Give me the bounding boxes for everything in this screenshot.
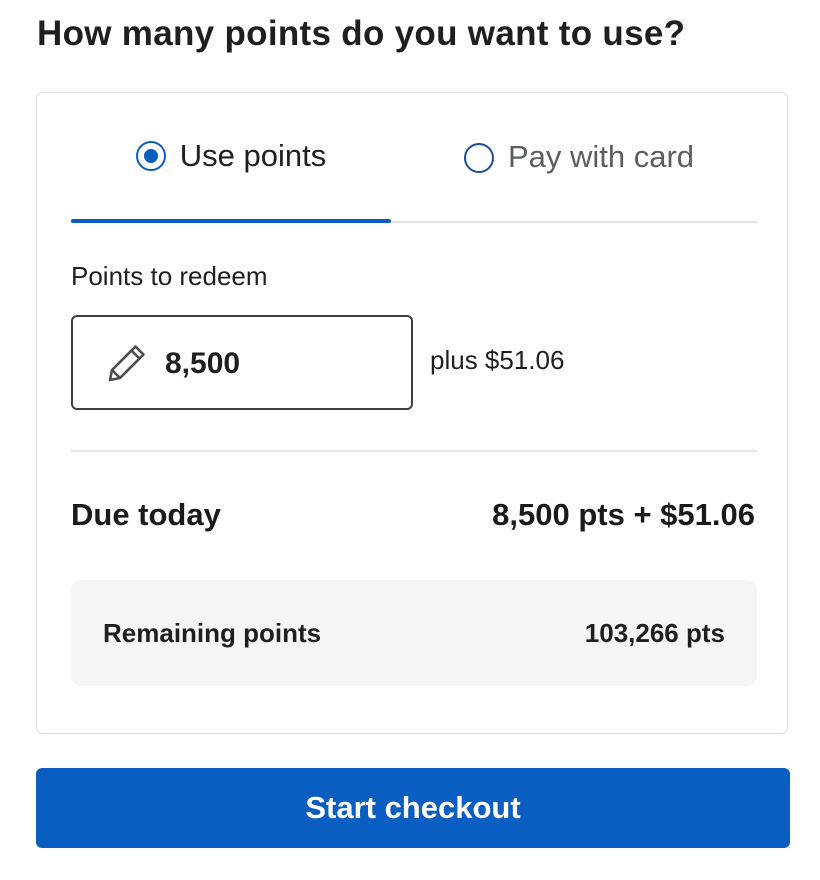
- tab-pay-with-card[interactable]: Pay with card: [401, 93, 757, 223]
- due-today-label: Due today: [71, 497, 221, 532]
- due-today-value: 8,500 pts + $51.06: [492, 497, 755, 532]
- divider: [71, 450, 757, 452]
- payment-method-tabs: Use points Pay with card: [71, 93, 757, 223]
- points-input-value: 8,500: [165, 346, 241, 380]
- remaining-points-value: 103,266 pts: [584, 618, 725, 648]
- points-input[interactable]: 8,500: [71, 315, 413, 410]
- tab-label-pay-with-card: Pay with card: [507, 138, 695, 174]
- start-checkout-button[interactable]: Start checkout: [36, 768, 790, 848]
- points-to-redeem-label: Points to redeem: [71, 261, 268, 291]
- page-title: How many points do you want to use?: [37, 14, 686, 53]
- active-tab-indicator: [71, 219, 391, 223]
- radio-dot: [143, 148, 158, 163]
- pencil-icon: [108, 344, 145, 381]
- tab-label-use-points: Use points: [179, 137, 327, 173]
- remaining-points-summary: Remaining points 103,266 pts: [71, 580, 757, 686]
- tab-use-points[interactable]: Use points: [71, 93, 391, 223]
- radio-selected-icon[interactable]: [135, 140, 166, 171]
- points-payment-card: Use points Pay with card Points to redee…: [36, 92, 788, 734]
- plus-cash-amount: plus $51.06: [430, 345, 565, 375]
- remaining-points-label: Remaining points: [103, 618, 322, 648]
- radio-unselected-icon[interactable]: [463, 142, 494, 173]
